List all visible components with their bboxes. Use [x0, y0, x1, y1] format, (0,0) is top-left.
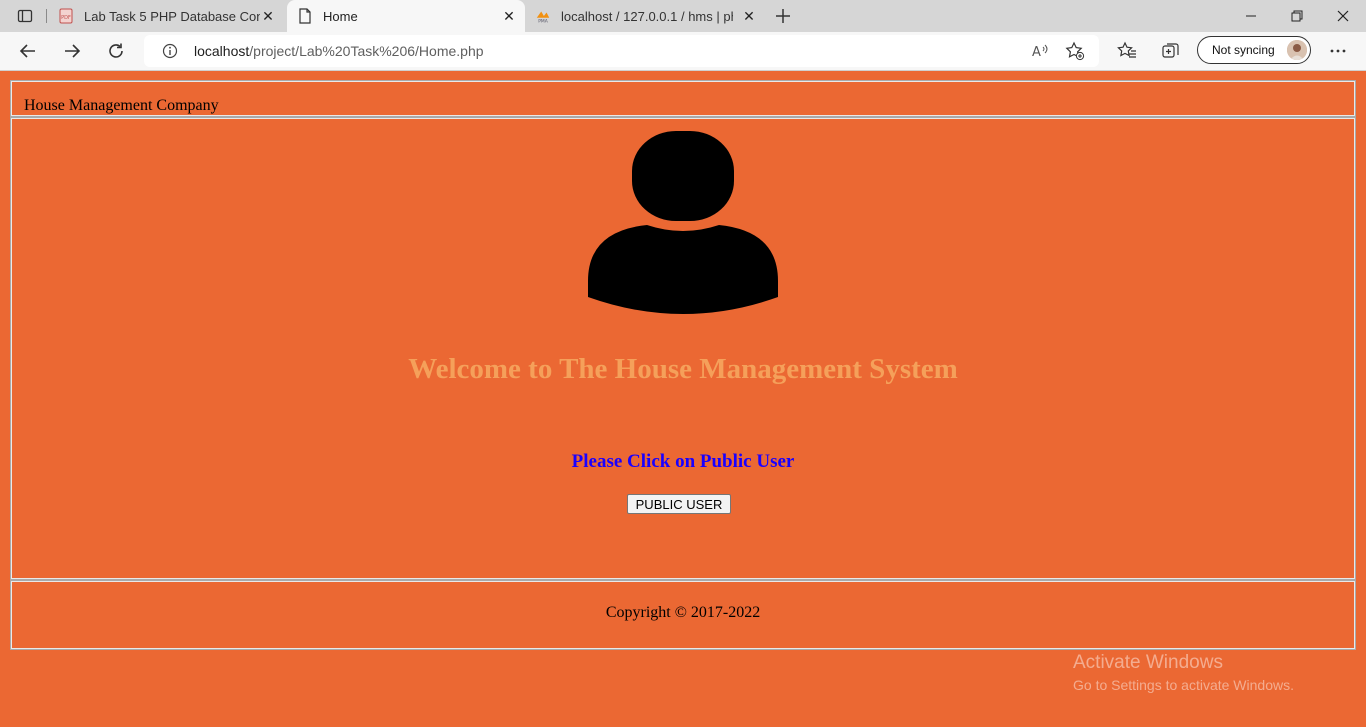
copyright-text: Copyright © 2017-2022: [605, 604, 761, 621]
tab-title: Home: [323, 8, 358, 24]
read-aloud-icon[interactable]: A: [1029, 40, 1051, 62]
profile-button[interactable]: Not syncing: [1197, 36, 1311, 64]
svg-text:PMA: PMA: [538, 19, 548, 24]
close-tab-icon[interactable]: ✕: [741, 8, 757, 24]
close-tab-icon[interactable]: ✕: [501, 8, 517, 24]
svg-text:A: A: [1032, 45, 1041, 59]
tab-phpmyadmin[interactable]: PMA localhost / 127.0.0.1 / hms | php ✕: [527, 0, 765, 32]
tab-home[interactable]: Home ✕: [287, 0, 525, 32]
header-frame: House Management Company: [10, 80, 1356, 117]
site-info-icon[interactable]: [162, 43, 178, 59]
tab-title: localhost / 127.0.0.1 / hms | php: [561, 8, 733, 24]
page-icon: [297, 8, 313, 24]
instruction-text: Please Click on Public User: [571, 451, 795, 472]
close-window-icon[interactable]: [1320, 0, 1366, 32]
more-options-icon[interactable]: [1327, 40, 1349, 62]
browser-toolbar: localhost/project/Lab%20Task%206/Home.ph…: [0, 32, 1366, 71]
activate-windows-subtitle: Go to Settings to activate Windows.: [1073, 677, 1294, 693]
favorites-icon[interactable]: [1116, 40, 1138, 62]
public-user-button[interactable]: PUBLIC USER: [627, 494, 731, 514]
close-tab-icon[interactable]: ✕: [260, 8, 276, 24]
company-name: House Management Company: [24, 97, 219, 114]
avatar: [1287, 40, 1307, 60]
tab-separator: [46, 9, 47, 23]
restore-icon[interactable]: [1274, 0, 1320, 32]
tab-lab-task-pdf[interactable]: PDF Lab Task 5 PHP Database Connec ✕: [50, 0, 284, 32]
collections-icon[interactable]: [1160, 40, 1182, 62]
welcome-heading: Welcome to The House Management System: [408, 353, 958, 385]
svg-text:PDF: PDF: [61, 15, 71, 21]
refresh-icon[interactable]: [101, 36, 131, 66]
new-tab-icon[interactable]: [768, 1, 798, 31]
activate-windows-title: Activate Windows: [1073, 652, 1223, 673]
profile-status: Not syncing: [1212, 43, 1275, 57]
activate-windows-watermark: Activate Windows Go to Settings to activ…: [1073, 652, 1294, 693]
tab-actions-icon[interactable]: [10, 1, 40, 31]
url-text[interactable]: localhost/project/Lab%20Task%206/Home.ph…: [194, 43, 484, 59]
back-icon[interactable]: [13, 36, 43, 66]
address-bar[interactable]: localhost/project/Lab%20Task%206/Home.ph…: [144, 35, 1099, 67]
tab-strip: PDF Lab Task 5 PHP Database Connec ✕ Hom…: [0, 0, 1366, 32]
url-host: localhost: [194, 43, 250, 59]
forward-icon[interactable]: [57, 36, 87, 66]
phpmyadmin-icon: PMA: [535, 8, 551, 24]
add-favorite-icon[interactable]: [1064, 40, 1086, 62]
user-icon: [588, 131, 778, 314]
pdf-icon: PDF: [58, 8, 74, 24]
url-path: /project/Lab%20Task%206/Home.php: [249, 43, 484, 59]
tab-title: Lab Task 5 PHP Database Connec: [84, 8, 260, 24]
minimize-icon[interactable]: [1228, 0, 1274, 32]
page-body: House Management Company Welcome to The …: [0, 71, 1366, 727]
